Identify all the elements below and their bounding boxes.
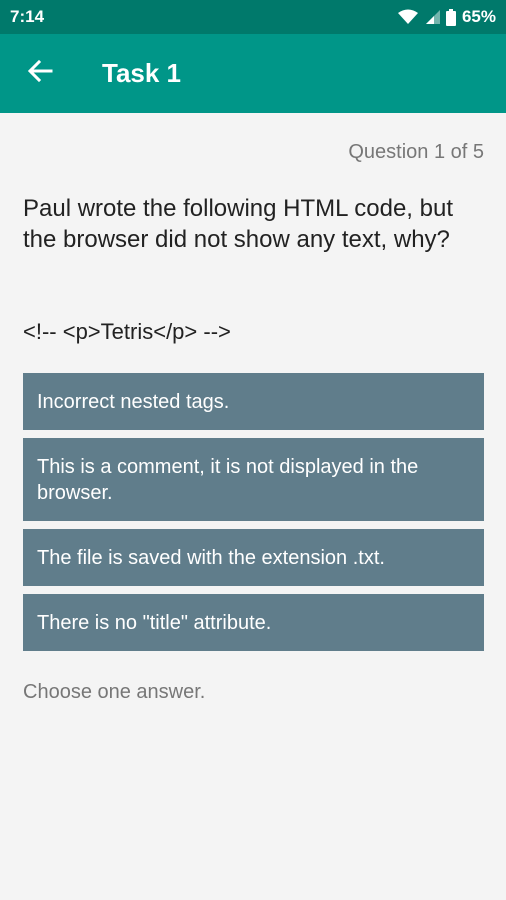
code-snippet: <!-- <p>Tetris</p> --> bbox=[23, 319, 231, 344]
answer-hint: Choose one answer. bbox=[23, 681, 206, 703]
page-title: Task 1 bbox=[102, 58, 182, 88]
question-text: Paul wrote the following HTML code, but … bbox=[23, 195, 453, 253]
answer-option-3[interactable]: The file is saved with the extension .tx… bbox=[23, 529, 484, 586]
question-progress: Question 1 of 5 bbox=[348, 141, 484, 163]
back-button[interactable] bbox=[0, 34, 80, 113]
battery-icon bbox=[445, 8, 456, 26]
status-icons: 65% bbox=[397, 7, 496, 27]
answer-option-4[interactable]: There is no "title" attribute. bbox=[23, 594, 484, 651]
app-bar: Task 1 bbox=[0, 34, 506, 113]
status-bar: 7:14 65% bbox=[0, 0, 506, 34]
battery-percent: 65% bbox=[461, 7, 496, 26]
answer-option-2[interactable]: This is a comment, it is not displayed i… bbox=[23, 438, 484, 521]
arrow-left-icon bbox=[27, 59, 53, 88]
answer-list: Incorrect nested tags. This is a comment… bbox=[23, 373, 484, 659]
status-time: 7:14 bbox=[10, 7, 45, 26]
cell-signal-icon bbox=[424, 9, 440, 25]
answer-option-1[interactable]: Incorrect nested tags. bbox=[23, 373, 484, 430]
wifi-icon bbox=[397, 9, 418, 25]
